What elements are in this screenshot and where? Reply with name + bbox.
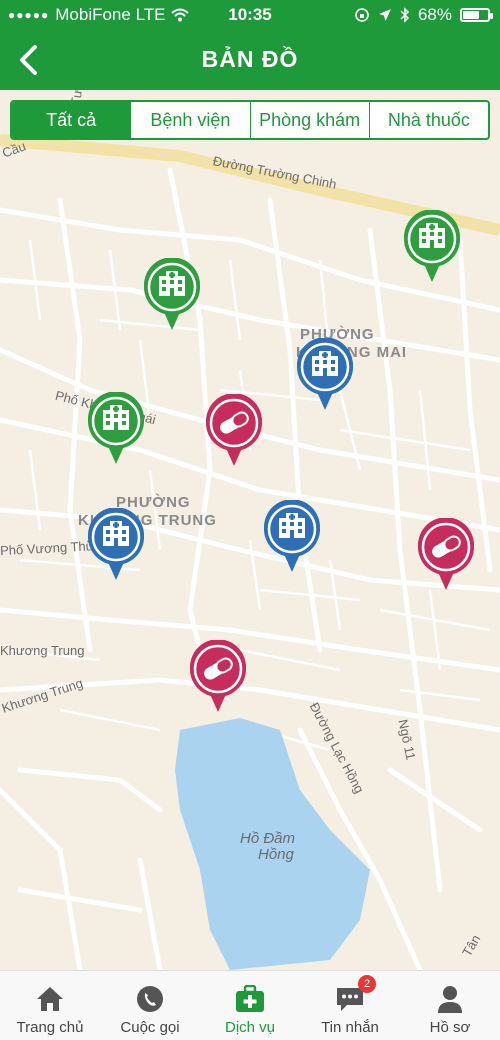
tab-calls[interactable]: Cuộc gọi [100,971,200,1040]
clinic-pin[interactable] [86,507,146,582]
clinic-pin[interactable] [295,337,355,412]
filter-tab-hospital[interactable]: Bệnh viện [130,102,249,138]
status-bar: ●●●●● MobiFone LTE 10:35 68% [0,0,500,30]
tab-home-label: Trang chủ [16,1019,84,1036]
battery-icon [460,8,493,22]
pharmacy-pin[interactable] [416,517,476,592]
tab-messages[interactable]: Tin nhắn 2 [300,971,400,1040]
map-label-khuong-trung-1: Khương Trung [0,643,85,658]
header: BẢN ĐỒ [0,30,500,90]
filter-tab-all[interactable]: Tất cả [12,102,131,138]
tab-services[interactable]: Dịch vụ [200,971,300,1040]
map-label-lake-1: Hồ Đầm [240,830,296,847]
filter-tab-pharmacy[interactable]: Nhà thuốc [368,102,488,138]
tab-calls-label: Cuộc gọi [120,1019,180,1036]
filter-tab-clinic[interactable]: Phòng khám [249,102,369,138]
category-filter: Tất cả Bệnh viện Phòng khám Nhà thuốc [10,100,490,140]
top-bar: ●●●●● MobiFone LTE 10:35 68% BẢN ĐỒ [0,0,500,90]
tab-services-label: Dịch vụ [224,1019,276,1036]
hospital-pin[interactable] [402,209,462,284]
battery-percent: 68% [417,5,452,24]
clinic-pin[interactable] [262,499,322,574]
bluetooth-icon [400,7,410,23]
bottom-tab-bar: Trang chủ Cuộc gọi Dịch vụ Tin nhắn 2 Hồ… [0,970,500,1040]
location-icon [378,9,391,21]
medical-kit-icon [236,985,264,1012]
hospital-pin[interactable] [86,391,146,466]
tab-messages-label: Tin nhắn [321,1019,379,1036]
phone-icon [137,986,163,1012]
pharmacy-pin[interactable] [204,393,264,468]
home-icon [37,987,63,1011]
profile-icon [438,986,462,1013]
tab-profile-label: Hồ sơ [429,1019,471,1036]
tab-home[interactable]: Trang chủ [0,971,100,1040]
unread-badge: 2 [358,975,376,993]
page-title: BẢN ĐỒ [201,46,299,72]
map-label-lake-2: Hồng [258,846,294,863]
pharmacy-pin[interactable] [188,639,248,714]
rotation-lock-icon [355,8,369,22]
hospital-pin[interactable] [142,257,202,332]
tab-profile[interactable]: Hồ sơ [400,971,500,1040]
map-view[interactable]: Đường Trường Chinh PHƯỜNG KHƯƠNG MAI PHƯ… [0,90,500,970]
